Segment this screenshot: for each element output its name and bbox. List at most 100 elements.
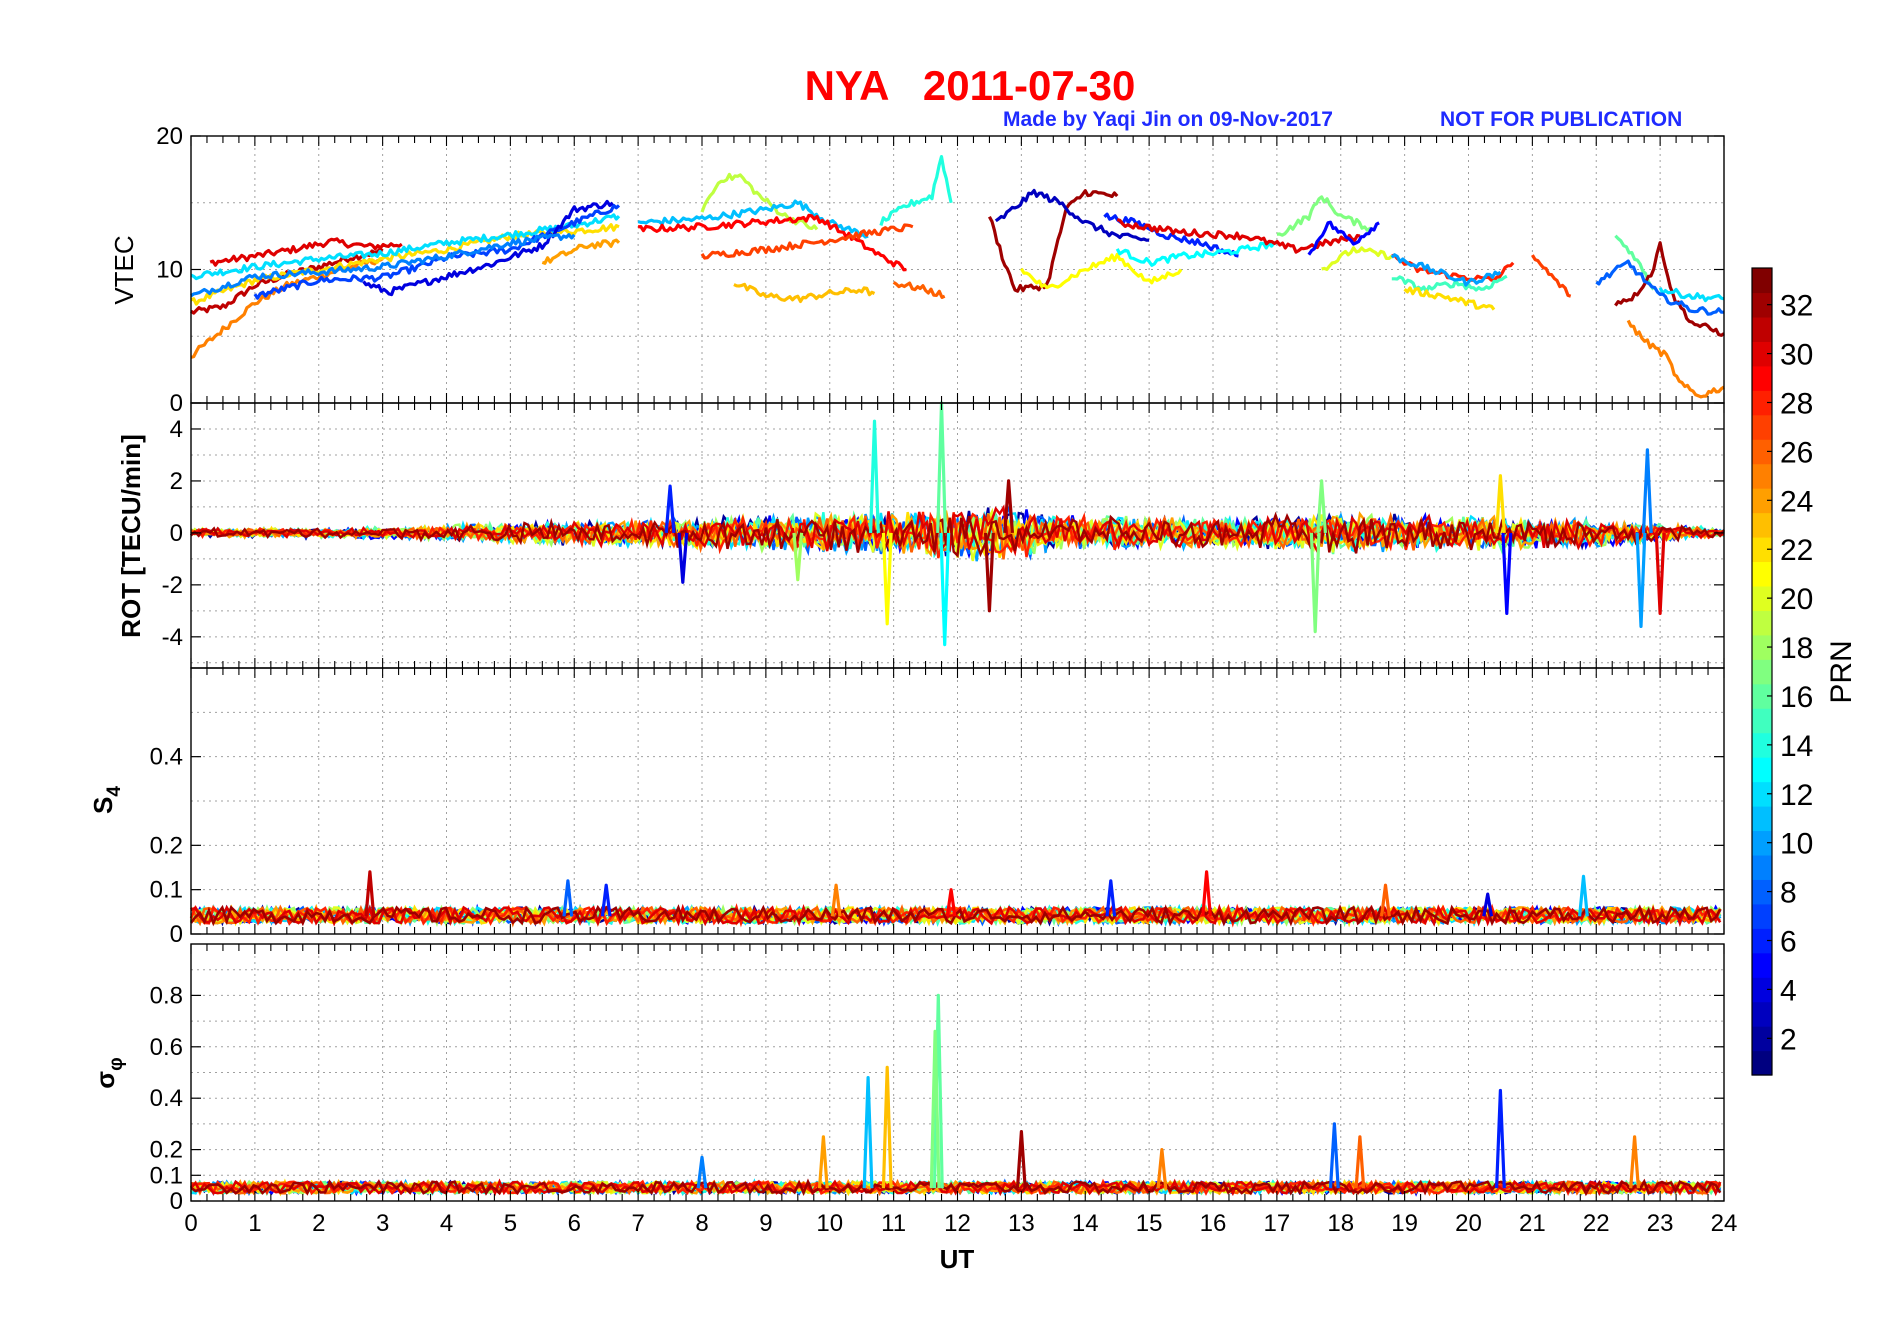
sigma_phi-y-tick-label: 0.8 xyxy=(150,982,183,1009)
sigma_phi-y-axis-label: σφ xyxy=(90,1057,127,1088)
sigma_phi-spike-prn-25 xyxy=(1629,1135,1640,1189)
x-tick-label: 1 xyxy=(248,1210,261,1237)
x-tick-label: 3 xyxy=(376,1210,389,1237)
colorbar-tick-label: 30 xyxy=(1780,339,1813,372)
colorbar-tick-label: 24 xyxy=(1780,485,1813,518)
colorbar-tick-label: 10 xyxy=(1780,828,1813,861)
colorbar-segment xyxy=(1752,806,1772,832)
x-tick-label: 13 xyxy=(1008,1210,1035,1237)
x-tick-label: 4 xyxy=(440,1210,453,1237)
vtec-series-prn-13 xyxy=(1115,241,1277,267)
rot-spike-prn-30 xyxy=(1654,532,1666,616)
vtec-y-tick-label: 20 xyxy=(156,123,183,150)
colorbar-segment xyxy=(1752,610,1772,636)
sigma_phi-spike-prn-24 xyxy=(817,1135,829,1189)
colorbar-tick-label: 18 xyxy=(1780,632,1813,665)
colorbar-segment xyxy=(1752,414,1772,440)
colorbar-segment xyxy=(1752,316,1772,342)
x-axis-label: UT xyxy=(940,1244,975,1274)
vtec-series-prn-25 xyxy=(1626,319,1725,399)
colorbar-segment xyxy=(1752,268,1772,294)
colorbar-segment xyxy=(1752,561,1772,587)
x-tick-label: 15 xyxy=(1136,1210,1163,1237)
x-tick-label: 2 xyxy=(312,1210,325,1237)
vtec-series-prn-20 xyxy=(1321,246,1393,271)
x-tick-label: 23 xyxy=(1647,1210,1674,1237)
colorbar-segment xyxy=(1752,757,1772,783)
colorbar-label: PRN xyxy=(1825,640,1858,703)
colorbar-tick-label: 20 xyxy=(1780,583,1813,616)
x-tick-label: 10 xyxy=(816,1210,843,1237)
colorbar-tick-label: 28 xyxy=(1780,388,1813,421)
rot-spike-prn-14 xyxy=(869,419,880,533)
vtec-series-prn-27 xyxy=(700,223,914,260)
colorbar-segment xyxy=(1752,903,1772,929)
x-tick-label: 19 xyxy=(1391,1210,1418,1237)
sigma_phi-y-tick-label: 0.1 xyxy=(150,1162,183,1189)
sigma_phi-y-tick-label: 0.6 xyxy=(150,1034,183,1061)
sigma_phi-spike-prn-11 xyxy=(862,1075,874,1189)
x-tick-label: 6 xyxy=(568,1210,581,1237)
x-tick-label: 12 xyxy=(944,1210,971,1237)
colorbar-segment xyxy=(1752,708,1772,734)
rot-spike-prn-32 xyxy=(984,532,995,613)
x-tick-label: 17 xyxy=(1264,1210,1291,1237)
sigma_phi-spike-prn-8 xyxy=(1328,1122,1340,1189)
x-tick-label: 18 xyxy=(1327,1210,1354,1237)
x-tick-label: 9 xyxy=(759,1210,772,1237)
colorbar-segment xyxy=(1752,952,1772,978)
rot-y-tick-label: -2 xyxy=(162,572,183,599)
colorbar-tick-label: 8 xyxy=(1780,877,1797,910)
x-tick-label: 7 xyxy=(631,1210,644,1237)
colorbar-tick-label: 26 xyxy=(1780,436,1813,469)
colorbar-segment xyxy=(1752,463,1772,489)
x-tick-label: 16 xyxy=(1200,1210,1227,1237)
vtec-y-tick-label: 0 xyxy=(170,390,183,417)
rot-y-tick-label: -4 xyxy=(162,624,183,651)
x-tick-label: 24 xyxy=(1711,1210,1738,1237)
vtec-series-prn-28 xyxy=(1391,253,1515,283)
x-tick-label: 22 xyxy=(1583,1210,1610,1237)
tec-scintillation-plot: 01020VTEC-4-2024ROT [TECU/min]00.10.20.4… xyxy=(88,123,1858,1274)
x-tick-label: 21 xyxy=(1519,1210,1546,1237)
x-tick-label: 5 xyxy=(504,1210,517,1237)
colorbar-tick-label: 2 xyxy=(1780,1023,1797,1056)
colorbar-tick-label: 14 xyxy=(1780,730,1813,763)
s4-y-axis-label: S4 xyxy=(88,786,125,814)
colorbar-tick-label: 4 xyxy=(1780,974,1797,1007)
vtec-series-prn-23 xyxy=(733,282,876,303)
colorbar-tick-label: 16 xyxy=(1780,681,1813,714)
vtec-series-prn-32 xyxy=(987,189,1119,293)
s4-y-tick-label: 0.4 xyxy=(150,744,183,771)
s4-y-tick-label: 0.2 xyxy=(150,832,183,859)
colorbar-segment xyxy=(1752,1001,1772,1027)
x-tick-label: 14 xyxy=(1072,1210,1099,1237)
rot-y-tick-label: 2 xyxy=(170,468,183,495)
colorbar-tick-label: 32 xyxy=(1780,290,1813,323)
s4-y-tick-label: 0 xyxy=(170,921,183,948)
colorbar-segment xyxy=(1752,659,1772,685)
vtec-series-prn-3 xyxy=(994,188,1150,242)
rot-spike-prn-10 xyxy=(1635,532,1647,629)
x-tick-label: 8 xyxy=(695,1210,708,1237)
x-tick-label: 20 xyxy=(1455,1210,1482,1237)
vtec-series-prn-14 xyxy=(879,155,953,226)
colorbar-segment xyxy=(1752,365,1772,391)
vtec-series-prn-26 xyxy=(892,280,946,299)
rot-y-tick-label: 4 xyxy=(170,416,183,443)
vtec-series-prn-27 xyxy=(1531,254,1572,298)
vtec-series-prn-24 xyxy=(541,238,621,265)
colorbar-tick-label: 6 xyxy=(1780,926,1797,959)
rot-y-axis-label: ROT [TECU/min] xyxy=(116,434,146,638)
sigma_phi-y-tick-label: 0.4 xyxy=(150,1085,183,1112)
sigma_phi-y-tick-label: 0.2 xyxy=(150,1137,183,1164)
sigma_phi-spike-prn-23 xyxy=(881,1065,893,1189)
sigma_phi-spike-prn-6 xyxy=(1495,1088,1506,1189)
colorbar-segment xyxy=(1752,1050,1772,1076)
vtec-y-axis-label: VTEC xyxy=(109,235,139,304)
colorbar-tick-label: 12 xyxy=(1780,779,1813,812)
colorbar: 2468101214161820222426283032PRN xyxy=(1751,267,1858,1076)
x-tick-label: 0 xyxy=(184,1210,197,1237)
colorbar-segment xyxy=(1752,854,1772,880)
colorbar-tick-label: 22 xyxy=(1780,534,1813,567)
